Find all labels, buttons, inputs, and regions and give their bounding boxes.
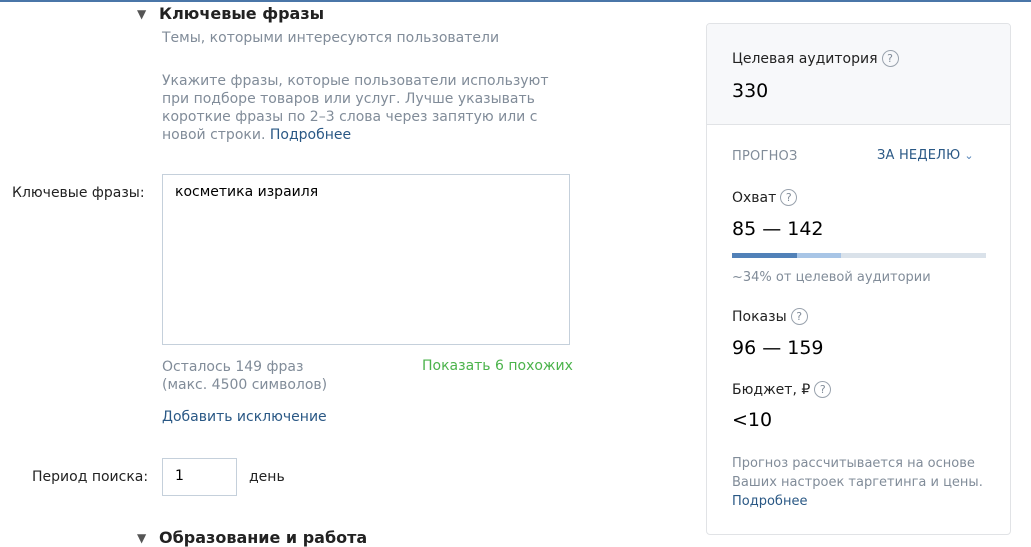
forecast-label: ПРОГНОЗ — [732, 149, 798, 164]
reach-label: Охват? — [732, 189, 798, 206]
impressions-value: 96 — 159 — [732, 337, 824, 359]
target-audience-value: 330 — [732, 80, 769, 102]
reach-help-icon[interactable]: ? — [780, 189, 798, 206]
budget-value: <10 — [732, 409, 773, 431]
audience-block — [707, 24, 1010, 125]
budget-label: Бюджет, ₽? — [732, 381, 832, 398]
forecast-note-more-link[interactable]: Подробнее — [732, 494, 807, 509]
audience-help-icon[interactable]: ? — [881, 50, 899, 67]
forecast-period-select[interactable]: ЗА НЕДЕЛЮ ⌄ — [877, 148, 974, 163]
forecast-panel: Целевая аудитория? 330 ПРОГНОЗ ЗА НЕДЕЛЮ… — [706, 23, 1011, 535]
search-period-label: Период поиска: — [32, 469, 149, 485]
collapse-triangle-icon: ▼ — [137, 531, 147, 545]
keywords-remaining-count: Осталось 149 фраз — [162, 359, 304, 375]
keywords-section-title: Ключевые фразы — [159, 4, 325, 23]
forecast-note: Прогноз рассчитывается на основе Ваших н… — [732, 454, 992, 511]
reach-value: 85 — 142 — [732, 218, 824, 240]
education-section-header[interactable]: ▼ Образование и работа — [137, 528, 367, 547]
search-period-unit: день — [249, 469, 285, 485]
reach-percent: ~34% от целевой аудитории — [732, 270, 931, 285]
education-section-title: Образование и работа — [159, 528, 368, 547]
keywords-section-header[interactable]: ▼ Ключевые фразы — [137, 4, 324, 23]
target-audience-label: Целевая аудитория? — [732, 50, 899, 67]
impressions-label: Показы? — [732, 308, 808, 325]
keywords-hint-more-link[interactable]: Подробнее — [270, 127, 351, 143]
keywords-subtitle: Темы, которыми интересуются пользователи — [162, 30, 500, 46]
forecast-note-text: Прогноз рассчитывается на основе Ваших н… — [732, 456, 983, 490]
keywords-remaining: Осталось 149 фраз (макс. 4500 символов) — [162, 358, 327, 394]
reach-progress-bar — [732, 253, 986, 258]
keywords-textarea[interactable]: косметика израиля — [162, 174, 570, 345]
keywords-hint-text: Укажите фразы, которые пользователи испо… — [162, 73, 549, 143]
impressions-help-icon[interactable]: ? — [790, 308, 808, 325]
keywords-hint: Укажите фразы, которые пользователи испо… — [162, 72, 562, 144]
collapse-triangle-icon: ▼ — [137, 7, 147, 21]
top-border — [0, 0, 1031, 2]
chevron-down-icon: ⌄ — [964, 149, 974, 162]
keywords-field-label: Ключевые фразы: — [12, 185, 145, 201]
keywords-max-chars: (макс. 4500 символов) — [162, 377, 328, 393]
add-exclusion-link[interactable]: Добавить исключение — [162, 409, 327, 425]
reach-progress-low — [732, 253, 798, 258]
search-period-input[interactable]: 1 — [162, 458, 237, 496]
budget-help-icon[interactable]: ? — [814, 381, 832, 398]
show-similar-link[interactable]: Показать 6 похожих — [422, 358, 573, 374]
